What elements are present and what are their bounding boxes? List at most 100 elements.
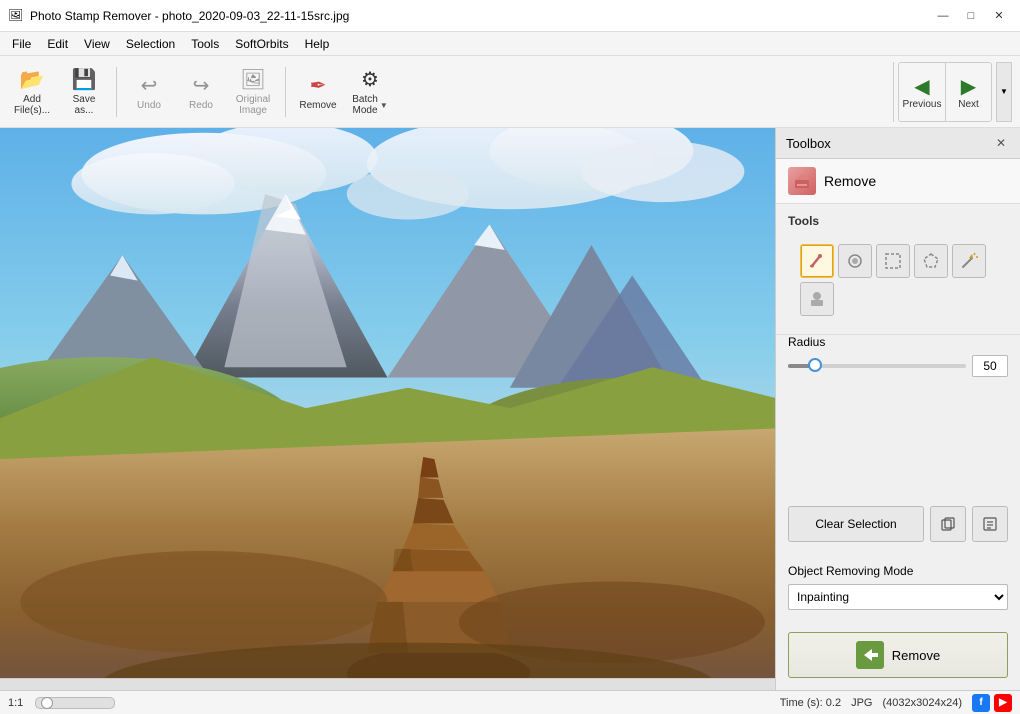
object-mode-section: Object Removing Mode Inpainting Blur Clo… [776,554,1020,620]
add-files-button[interactable]: 📂 Add File(s)... [8,62,56,122]
title-bar-title: Photo Stamp Remover - photo_2020-09-03_2… [30,9,349,23]
dimensions-label: (4032x3024x24) [882,697,962,709]
remove-tool-icon: ✒ [310,73,327,98]
copy-icon [940,516,956,532]
next-button[interactable]: ▶ Next [945,62,991,122]
zoom-thumb[interactable] [41,697,53,709]
remove-header-icon [788,167,816,195]
original-image-icon: 🖼 [240,67,265,92]
zoom-slider[interactable] [35,697,115,709]
maximize-button[interactable]: □ [958,6,984,26]
app-icon: 🖼 [8,8,24,24]
menu-edit[interactable]: Edit [39,35,76,53]
remove-action-section: Remove [776,620,1020,690]
separator-2 [285,67,286,117]
save-icon: 💾 [72,67,97,92]
main-area: Toolbox ✕ Remove Tools [0,128,1020,690]
tools-label: Tools [788,214,1008,228]
image-hscroll[interactable] [0,678,775,690]
social-icons: f ▶ [972,694,1012,712]
zoom-section: 1:1 [8,697,23,709]
stamp-icon [808,290,826,308]
object-mode-label: Object Removing Mode [788,564,1008,578]
status-bar: 1:1 Time (s): 0.2 JPG (4032x3024x24) f ▶ [0,690,1020,714]
batch-icon: ⚙ [361,67,379,92]
batch-dropdown-arrow: ▼ [380,101,388,110]
zoom-label: 1:1 [8,697,23,709]
clear-selection-row: Clear Selection [776,498,1020,554]
menu-help[interactable]: Help [297,35,338,53]
batch-mode-button[interactable]: ⚙ Batch Mode ▼ [346,62,394,122]
arrow-icon [860,645,880,665]
paste-icon [982,516,998,532]
previous-button[interactable]: ◀ Previous [899,62,945,122]
title-bar: 🖼 Photo Stamp Remover - photo_2020-09-03… [0,0,1020,32]
wand-icon [960,252,978,270]
redo-icon: ↪ [193,73,210,98]
save-label: Save as... [73,94,96,116]
rect-select-icon [884,252,902,270]
original-image-button[interactable]: 🖼 Original Image [229,62,277,122]
canvas-image [0,128,775,678]
time-label: Time (s): 0.2 [780,697,841,709]
stamp-tool-button[interactable] [800,282,834,316]
minimize-button[interactable]: — [930,6,956,26]
separator-1 [116,67,117,117]
rect-select-button[interactable] [876,244,910,278]
remove-action-button[interactable]: Remove [788,632,1008,678]
paste-selection-button[interactable] [972,506,1008,542]
eraser-tool-button[interactable] [838,244,872,278]
slider-thumb[interactable] [808,358,822,372]
radius-slider[interactable] [788,364,966,368]
undo-label: Undo [137,100,161,111]
title-bar-controls: — □ ✕ [930,6,1012,26]
menu-selection[interactable]: Selection [118,35,183,53]
image-wrapper [0,128,775,690]
save-button[interactable]: 💾 Save as... [60,62,108,122]
nav-group: ◀ Previous ▶ Next [898,62,992,122]
previous-label: Previous [903,99,942,110]
radius-label: Radius [788,335,1008,349]
slider-row: 50 [788,355,1008,377]
youtube-icon[interactable]: ▶ [994,694,1012,712]
undo-button[interactable]: ↩ Undo [125,62,173,122]
nav-dropdown-button[interactable]: ▼ [996,62,1012,122]
format-label: JPG [851,697,872,709]
undo-icon: ↩ [141,73,158,98]
menu-file[interactable]: File [4,35,39,53]
radius-section: Radius 50 [776,335,1020,387]
remove-button[interactable]: ✒ Remove [294,62,342,122]
object-mode-select[interactable]: Inpainting Blur Clone [788,584,1008,610]
status-right: Time (s): 0.2 JPG (4032x3024x24) f ▶ [780,694,1012,712]
next-label: Next [958,99,979,110]
menu-view[interactable]: View [76,35,118,53]
menu-softorbits[interactable]: SoftOrbits [227,35,296,53]
add-files-label: Add File(s)... [14,94,50,116]
magic-wand-button[interactable] [952,244,986,278]
remove-label: Remove [299,100,336,111]
lasso-icon [922,252,940,270]
remove-panel-title: Remove [824,173,876,189]
remove-header: Remove [776,159,1020,204]
previous-arrow-icon: ◀ [914,74,929,99]
add-files-icon: 📂 [20,67,45,92]
radius-value: 50 [972,355,1008,377]
tools-section: Tools [776,204,1020,335]
lasso-tool-button[interactable] [914,244,948,278]
redo-button[interactable]: ↪ Redo [177,62,225,122]
toolbox-header: Toolbox ✕ [776,128,1020,159]
separator-3 [893,62,894,122]
facebook-icon[interactable]: f [972,694,990,712]
toolbox-close-button[interactable]: ✕ [992,134,1010,152]
close-button[interactable]: ✕ [986,6,1012,26]
menu-bar: File Edit View Selection Tools SoftOrbit… [0,32,1020,56]
toolbar: 📂 Add File(s)... 💾 Save as... ↩ Undo ↪ R… [0,56,1020,128]
menu-tools[interactable]: Tools [183,35,227,53]
tools-row [788,236,1008,324]
batch-label: Batch Mode ▼ [352,94,388,116]
toolbar-right: ◀ Previous ▶ Next ▼ [893,62,1012,122]
image-canvas[interactable] [0,128,775,678]
copy-selection-button[interactable] [930,506,966,542]
brush-tool-button[interactable] [800,244,834,278]
clear-selection-button[interactable]: Clear Selection [788,506,924,542]
